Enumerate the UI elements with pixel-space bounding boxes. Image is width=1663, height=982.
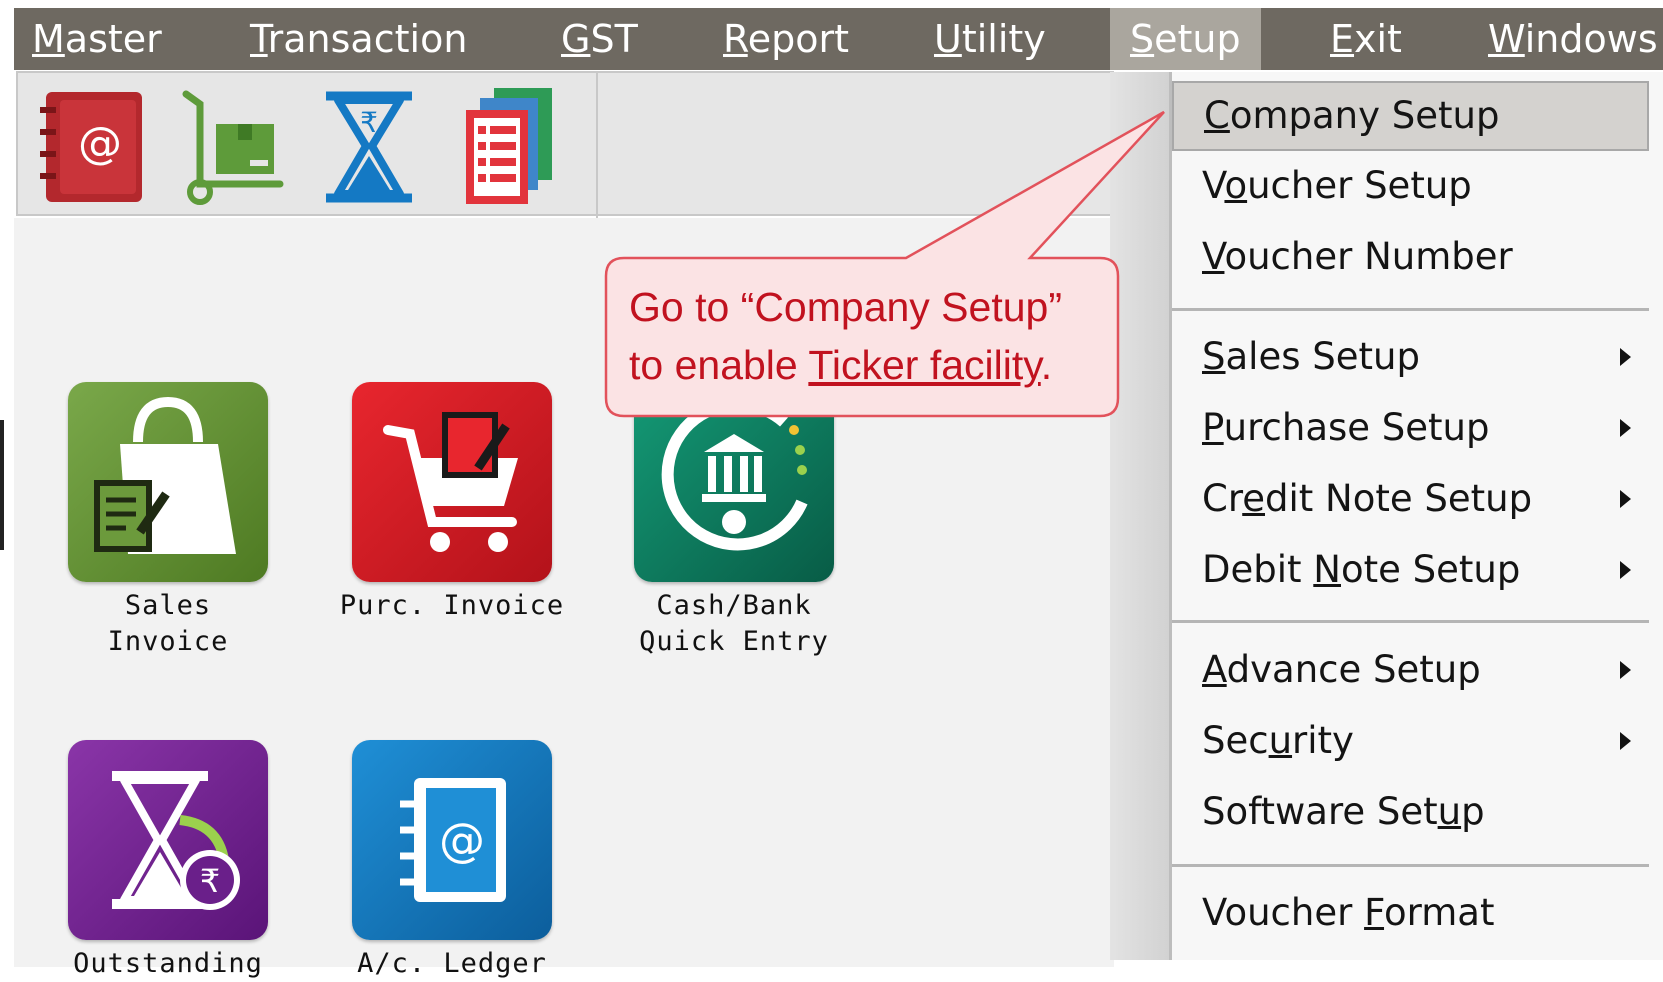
callout-bubble [604, 110, 1165, 418]
callout-text: Go to “Company Setup” to enable Ticker f… [629, 284, 1062, 388]
